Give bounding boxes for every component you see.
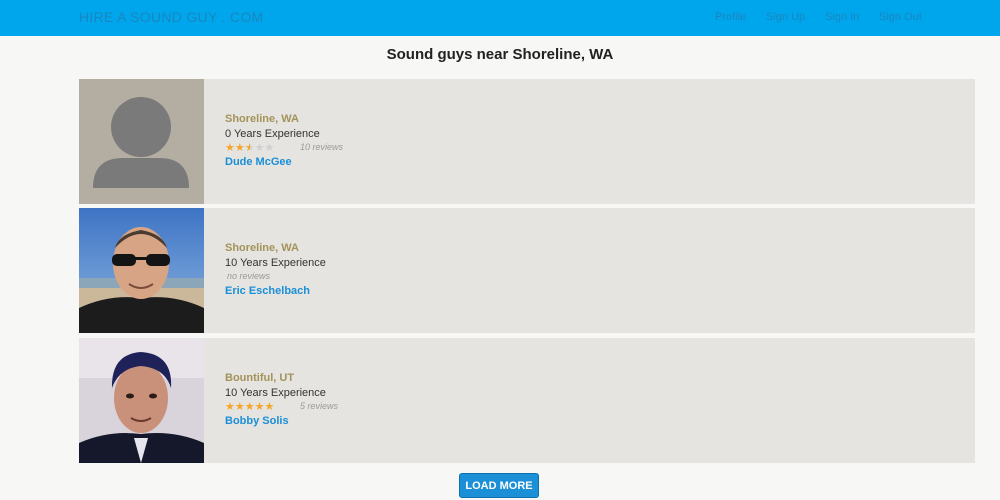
listing-location: Shoreline, WA (225, 242, 299, 254)
listing-location: Bountiful, UT (225, 372, 295, 384)
page-title: Sound guys near Shoreline, WA (386, 46, 614, 63)
user-photo (79, 208, 204, 333)
listing-card[interactable]: Shoreline, WA 0 Years Experience ★★★★★ 1… (79, 79, 975, 204)
star-icon: ★ (264, 142, 275, 154)
star-icon: ★ (234, 142, 245, 154)
listing-name-link[interactable]: Eric Eschelbach (225, 285, 326, 297)
listing-experience: 10 Years Experience (225, 387, 326, 399)
listing-experience: 10 Years Experience (225, 257, 326, 269)
listing-card[interactable]: Bountiful, UT 10 Years Experience ★★★★★ … (79, 338, 975, 463)
star-icon: ★ (254, 401, 265, 413)
nav-sign-up[interactable]: Sign Up (766, 11, 805, 23)
review-count: 10 reviews (300, 142, 344, 152)
review-count: 5 reviews (300, 401, 339, 411)
star-rating: ★★★★★ (225, 141, 274, 154)
star-icon: ★ (244, 401, 255, 413)
star-icon: ★ (264, 401, 275, 413)
star-icon: ★ (225, 401, 235, 413)
star-icon: ★ (234, 401, 245, 413)
listing-name-link[interactable]: Bobby Solis (225, 415, 326, 427)
top-navbar: HIRE A SOUND GUY . COM Profile Sign Up S… (0, 0, 1000, 36)
star-icon: ★ (254, 142, 265, 154)
listing-name-link[interactable]: Dude McGee (225, 156, 320, 168)
listing-experience: 0 Years Experience (225, 128, 320, 140)
listing-card[interactable]: Shoreline, WA 10 Years Experience no rev… (79, 208, 975, 333)
star-rating: ★★★★★ (225, 400, 274, 413)
listing-location: Shoreline, WA (225, 113, 299, 125)
nav-profile[interactable]: Profile (715, 11, 746, 23)
default-avatar-icon (79, 79, 204, 204)
review-count: no reviews (227, 271, 271, 281)
site-logo[interactable]: HIRE A SOUND GUY . COM (79, 9, 264, 25)
nav-sign-out[interactable]: Sign Out (879, 11, 922, 23)
load-more-button[interactable]: LOAD MORE (459, 473, 539, 498)
user-photo (79, 338, 204, 463)
nav-sign-in[interactable]: Sign In (825, 11, 859, 23)
star-icon: ★ (225, 142, 235, 154)
half-star-icon: ★ (244, 142, 255, 154)
